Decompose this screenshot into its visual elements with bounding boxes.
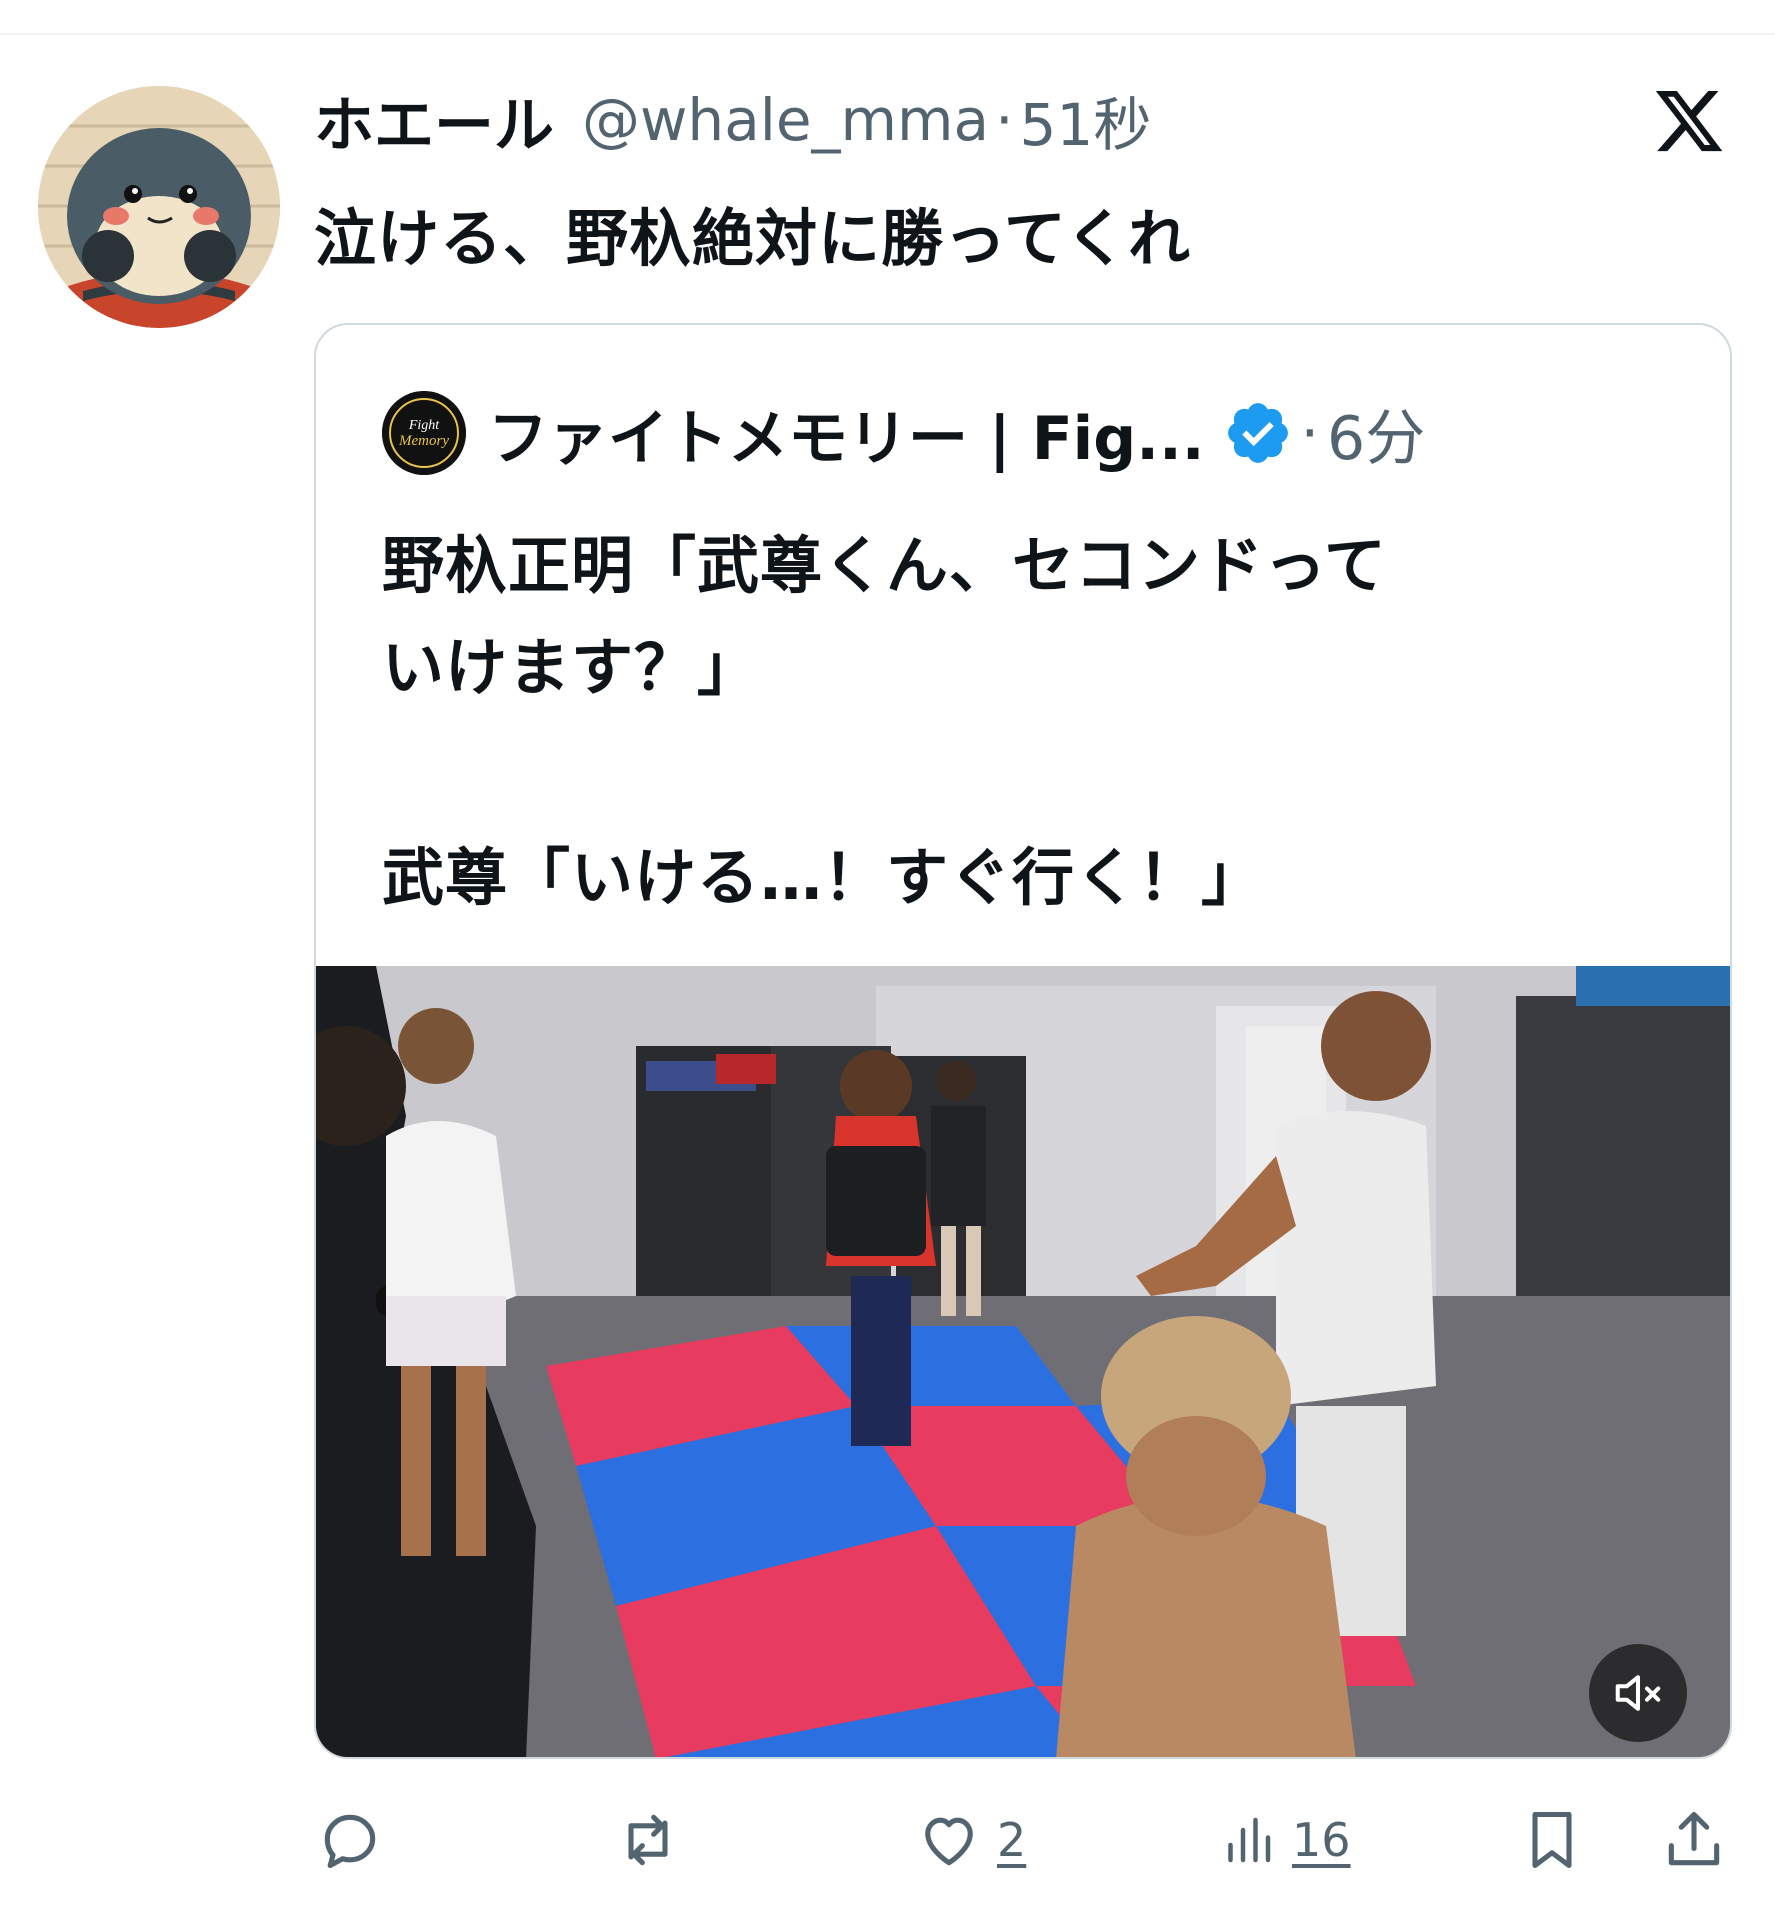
views-button[interactable]: 16 xyxy=(1218,1790,1351,1890)
quoted-text-blank-line xyxy=(382,719,1682,827)
quoted-text-line: 武尊「いける…！すぐ行く！」 xyxy=(382,841,1265,914)
verified-badge-icon xyxy=(1227,403,1288,463)
share-button[interactable] xyxy=(1660,1790,1728,1890)
share-icon xyxy=(1668,1811,1720,1866)
author-display-name[interactable]: ホエール xyxy=(314,77,554,164)
mute-toggle-button[interactable] xyxy=(1589,1644,1687,1742)
like-count: 2 xyxy=(997,1813,1027,1867)
video-thumbnail xyxy=(316,966,1730,1757)
tweet-header: ホエール @whale_mma · 51秒 xyxy=(314,78,1151,162)
tweet-action-bar: 2 16 xyxy=(0,1790,1775,1890)
quoted-text-line: 野杁正明「武尊くん、セコンドって xyxy=(382,529,1387,602)
quoted-tweet-header: Fight Memory ファイトメモリー | Fig... · 6分 xyxy=(382,391,1425,475)
quoted-author-display-name[interactable]: ファイトメモリー | Fig... xyxy=(488,390,1205,477)
bookmark-icon xyxy=(1532,1811,1572,1869)
tweet-timestamp[interactable]: 51秒 xyxy=(1020,78,1152,162)
quoted-author-avatar[interactable]: Fight Memory xyxy=(382,391,466,475)
author-avatar[interactable] xyxy=(38,86,280,328)
quoted-tweet-card[interactable]: Fight Memory ファイトメモリー | Fig... · 6分 野杁正明… xyxy=(314,323,1732,1759)
views-count: 16 xyxy=(1292,1813,1351,1867)
author-handle[interactable]: @whale_mma xyxy=(582,86,989,154)
retweet-button[interactable] xyxy=(610,1790,686,1890)
reply-button[interactable] xyxy=(316,1790,384,1890)
views-chart-icon xyxy=(1228,1817,1271,1863)
separator-dot: · xyxy=(995,86,1014,154)
heart-icon xyxy=(925,1817,973,1866)
bookmark-button[interactable] xyxy=(1518,1790,1586,1890)
quoted-timestamp[interactable]: 6分 xyxy=(1327,390,1425,477)
x-logo-icon[interactable] xyxy=(1652,84,1726,158)
quoted-separator-dot: · xyxy=(1300,399,1320,467)
tweet-text: 泣ける、野杁絶対に勝ってくれ xyxy=(314,202,1192,275)
retweet-icon xyxy=(628,1814,668,1866)
reply-icon xyxy=(324,1814,376,1869)
speaker-muted-icon xyxy=(1615,1675,1661,1711)
top-divider xyxy=(0,33,1775,35)
video-player[interactable] xyxy=(316,966,1730,1757)
quoted-avatar-text-1: Fight xyxy=(408,418,440,433)
like-button[interactable]: 2 xyxy=(915,1790,1026,1890)
quoted-tweet-text: 野杁正明「武尊くん、セコンドって いけます？」 武尊「いける…！すぐ行く！」 xyxy=(382,515,1682,929)
quoted-text-line: いけます？」 xyxy=(382,631,761,704)
whale-avatar-illustration xyxy=(38,86,280,328)
quoted-avatar-text-2: Memory xyxy=(398,433,449,449)
